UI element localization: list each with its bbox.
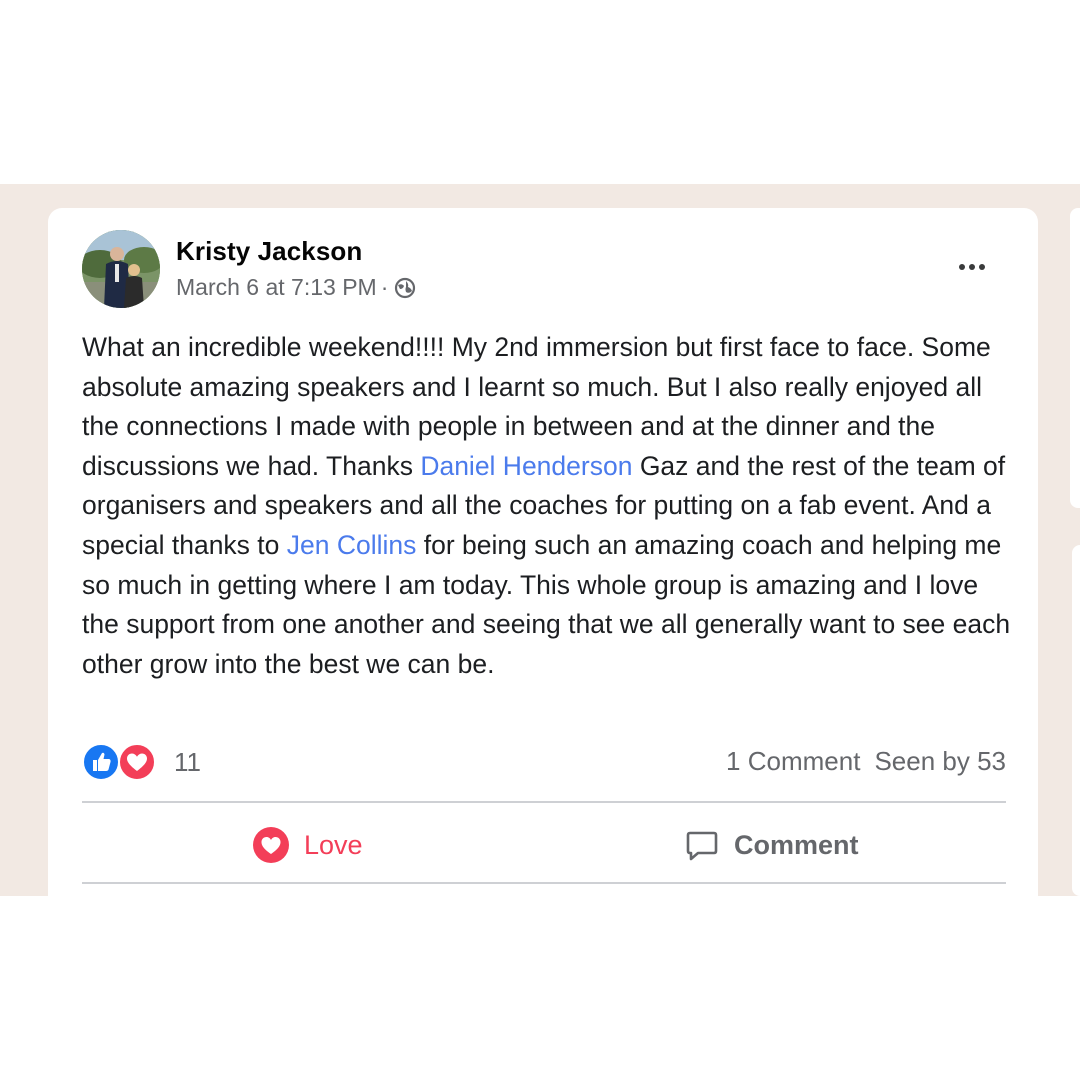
more-dot-icon xyxy=(969,264,975,270)
mention-jen-collins[interactable]: Jen Collins xyxy=(287,530,417,560)
heart-icon xyxy=(253,827,289,863)
post-stats: 1 Comment Seen by 53 xyxy=(726,746,1006,777)
post-body: What an incredible weekend!!!! My 2nd im… xyxy=(82,328,1012,684)
post-card: Kristy Jackson March 6 at 7:13 PM · What… xyxy=(48,208,1038,896)
more-dot-icon xyxy=(959,264,965,270)
adjacent-post-edge xyxy=(1072,545,1080,896)
comment-count-link[interactable]: 1 Comment xyxy=(726,746,860,777)
comment-button-label: Comment xyxy=(734,829,859,860)
profile-photo xyxy=(82,230,160,308)
mention-daniel-henderson[interactable]: Daniel Henderson xyxy=(420,451,632,481)
more-options-button[interactable] xyxy=(950,252,994,282)
avatar[interactable] xyxy=(82,230,160,308)
post-meta: March 6 at 7:13 PM · xyxy=(176,274,417,301)
divider xyxy=(82,801,1006,803)
reaction-count: 11 xyxy=(174,746,201,777)
like-reaction-icon xyxy=(82,743,120,781)
more-dot-icon xyxy=(979,264,985,270)
love-button-label: Love xyxy=(304,829,363,860)
love-reaction-icon xyxy=(118,743,156,781)
reactions-summary[interactable]: 11 xyxy=(82,742,201,782)
post-timestamp[interactable]: March 6 at 7:13 PM xyxy=(176,274,377,301)
reaction-icons xyxy=(82,742,158,782)
separator-dot: · xyxy=(380,274,389,300)
adjacent-post-edge xyxy=(1070,208,1080,508)
love-button[interactable]: Love xyxy=(252,820,363,870)
seen-by-count[interactable]: Seen by 53 xyxy=(874,746,1006,777)
comment-button[interactable]: Comment xyxy=(684,820,859,870)
author-name[interactable]: Kristy Jackson xyxy=(176,236,362,267)
divider xyxy=(82,882,1006,884)
comment-icon xyxy=(686,831,718,861)
globe-icon[interactable] xyxy=(393,276,417,300)
